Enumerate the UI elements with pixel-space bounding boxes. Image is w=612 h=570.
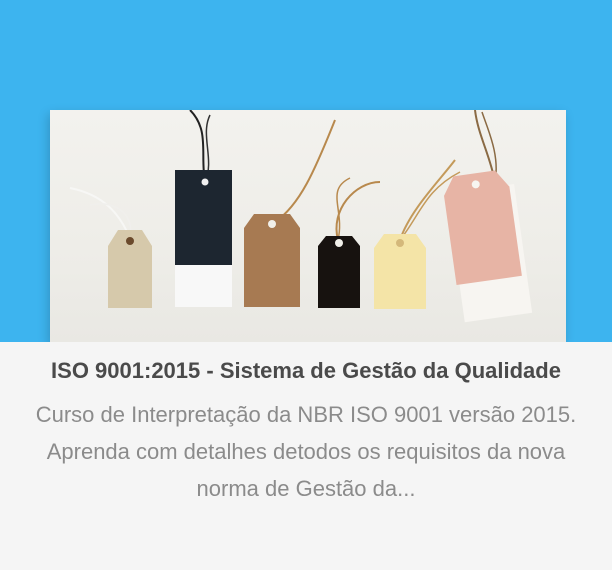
price-tags-illustration: [69, 110, 533, 323]
course-description: Curso de Interpretação da NBR ISO 9001 v…: [35, 402, 577, 501]
course-image[interactable]: [50, 110, 566, 342]
card-header: [0, 0, 612, 342]
course-card[interactable]: ISO 9001:2015 - Sistema de Gestão da Qua…: [0, 0, 612, 570]
course-title[interactable]: ISO 9001:2015 - Sistema de Gestão da Qua…: [0, 342, 612, 388]
card-body: ISO 9001:2015 - Sistema de Gestão da Qua…: [0, 342, 612, 570]
